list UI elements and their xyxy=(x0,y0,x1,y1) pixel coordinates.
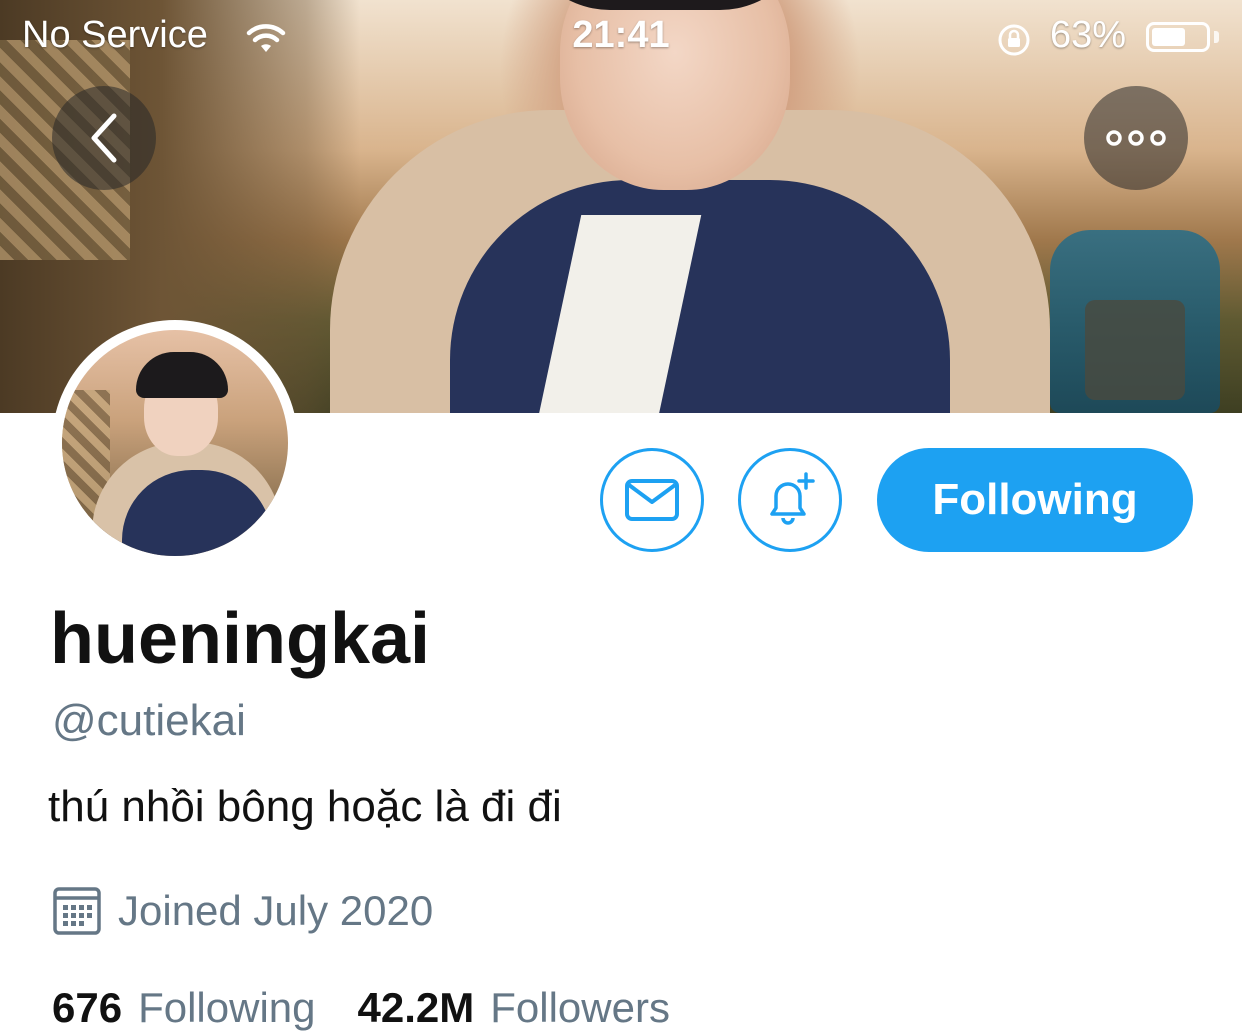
battery-fill xyxy=(1152,28,1185,46)
joined-date: Joined July 2020 xyxy=(52,884,433,938)
avatar-image xyxy=(62,330,288,556)
banner-lantern-glass xyxy=(1085,300,1185,400)
follow-stats: 676 Following 42.2M Followers xyxy=(52,984,670,1032)
followers-count[interactable]: 42.2M xyxy=(358,984,475,1032)
joined-label: Joined July 2020 xyxy=(118,887,434,934)
message-button[interactable] xyxy=(600,448,704,552)
following-label[interactable]: Following xyxy=(138,984,315,1032)
battery-percent: 63% xyxy=(1050,14,1127,56)
notifications-button[interactable] xyxy=(738,448,842,552)
avatar-hair xyxy=(136,352,228,398)
envelope-icon xyxy=(625,479,679,521)
battery-icon xyxy=(1146,22,1210,52)
user-handle: @cutiekai xyxy=(52,696,246,745)
followers-label[interactable]: Followers xyxy=(490,984,670,1032)
chevron-left-icon xyxy=(91,113,117,163)
avatar[interactable] xyxy=(52,320,298,566)
bell-plus-icon xyxy=(770,472,815,525)
rotation-lock-icon xyxy=(998,24,1030,56)
more-horizontal-icon xyxy=(1106,130,1166,146)
back-button[interactable] xyxy=(52,86,156,190)
display-name: hueningkai xyxy=(50,599,431,679)
calendar-icon xyxy=(53,887,101,935)
following-count[interactable]: 676 xyxy=(52,984,122,1032)
more-options-button[interactable] xyxy=(1084,86,1188,190)
battery-tip xyxy=(1214,31,1219,43)
following-button[interactable]: Following xyxy=(877,448,1193,552)
status-bar: No Service 21:41 63% xyxy=(0,0,1242,72)
bio: thú nhồi bông hoặc là đi đi xyxy=(48,782,562,831)
